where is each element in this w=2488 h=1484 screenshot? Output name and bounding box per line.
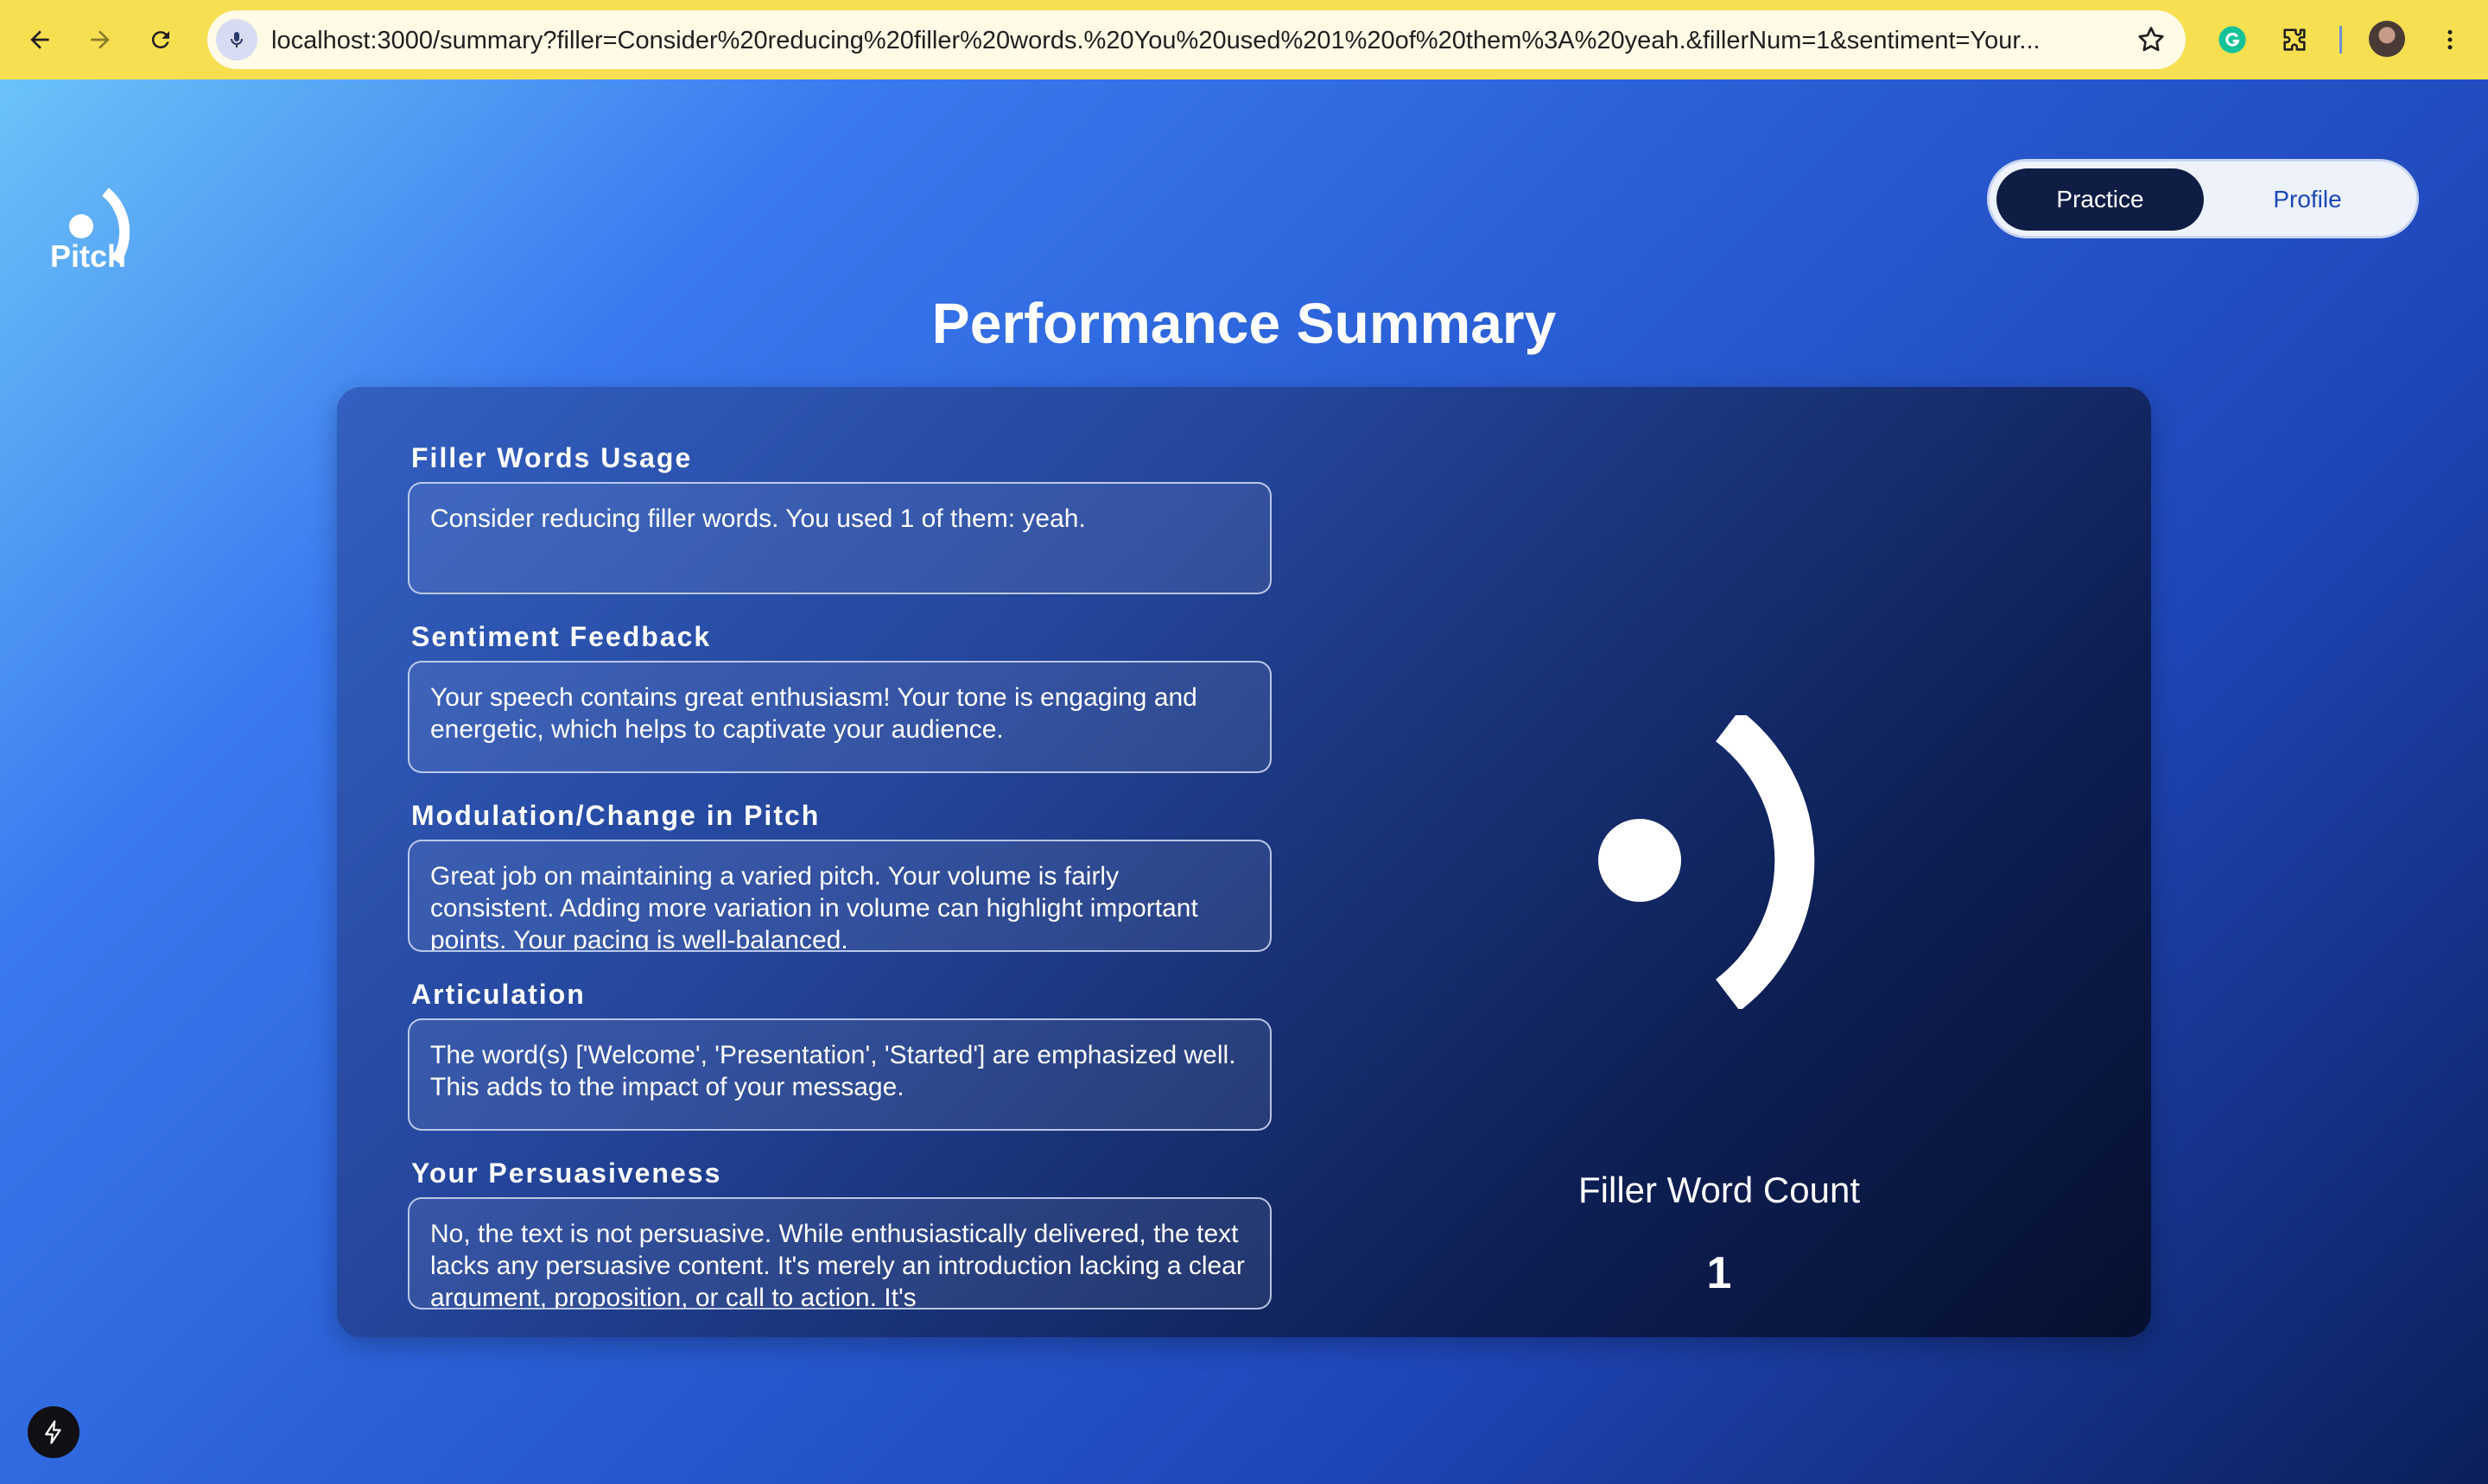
sentiment-feedback[interactable]: Your speech contains great enthusiasm! Y… <box>408 661 1272 773</box>
summary-panel: Filler Words Usage Consider reducing fil… <box>337 387 2151 1337</box>
grammarly-icon <box>2218 26 2246 54</box>
filler-words-feedback[interactable]: Consider reducing filler words. You used… <box>408 482 1272 594</box>
profile-avatar[interactable] <box>2369 21 2405 57</box>
bookmark-star-icon[interactable] <box>2136 24 2167 55</box>
nav-toggle: Practice Profile <box>1987 159 2419 238</box>
extensions-button[interactable] <box>2274 19 2315 60</box>
back-button[interactable] <box>19 19 60 60</box>
app-root: localhost:3000/summary?filler=Consider%2… <box>0 0 2488 1484</box>
articulation-feedback[interactable]: The word(s) ['Welcome', 'Presentation', … <box>408 1018 1272 1131</box>
arrow-left-icon <box>30 30 49 49</box>
filler-words-heading: Filler Words Usage <box>411 442 693 473</box>
puzzle-icon <box>2283 29 2306 51</box>
browser-toolbar: localhost:3000/summary?filler=Consider%2… <box>0 0 2488 80</box>
page-background: Pitch Practice Profile Performance Summa… <box>0 79 2488 1484</box>
toolbar-divider <box>2339 26 2342 54</box>
grammarly-extension-button[interactable] <box>2212 19 2253 60</box>
browser-menu-button[interactable] <box>2429 19 2471 60</box>
arrow-right-icon <box>91 30 110 49</box>
page-title: Performance Summary <box>931 291 1557 355</box>
lightning-bolt-icon <box>45 1420 61 1444</box>
persuasiveness-heading: Your Persuasiveness <box>411 1157 722 1189</box>
forward-button[interactable] <box>79 19 121 60</box>
practice-tab[interactable]: Practice <box>1996 168 2204 231</box>
modulation-heading: Modulation/Change in Pitch <box>411 800 821 831</box>
modulation-feedback[interactable]: Great job on maintaining a varied pitch.… <box>408 840 1272 952</box>
brand-name: Pitch <box>50 238 127 274</box>
profile-tab[interactable]: Profile <box>2204 168 2411 231</box>
pitch-large-logo-icon <box>1598 715 1815 1009</box>
more-vertical-icon <box>2447 29 2453 50</box>
articulation-heading: Articulation <box>411 979 586 1010</box>
voice-search-button[interactable] <box>216 19 257 60</box>
url-text[interactable]: localhost:3000/summary?filler=Consider%2… <box>271 27 2103 54</box>
filler-count-label: Filler Word Count <box>1578 1170 1860 1210</box>
reload-button[interactable] <box>140 19 181 60</box>
filler-count-value: 1 <box>1706 1248 1732 1298</box>
dev-tools-button[interactable] <box>28 1406 79 1458</box>
microphone-icon <box>231 32 243 48</box>
reload-icon <box>151 31 169 49</box>
persuasiveness-feedback[interactable]: No, the text is not persuasive. While en… <box>408 1197 1272 1310</box>
sentiment-heading: Sentiment Feedback <box>411 621 712 652</box>
address-bar[interactable]: localhost:3000/summary?filler=Consider%2… <box>207 10 2186 69</box>
